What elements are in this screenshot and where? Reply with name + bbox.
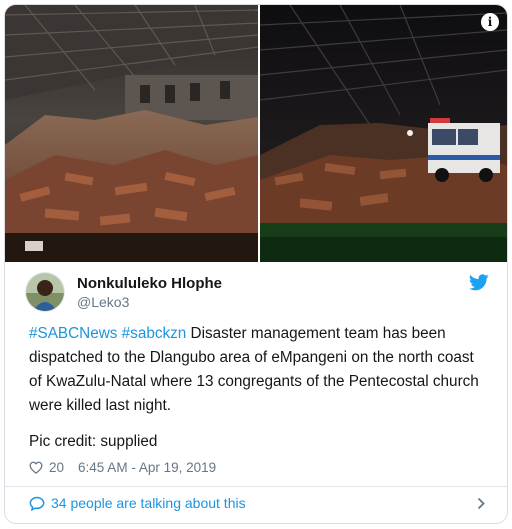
avatar[interactable] <box>25 272 65 312</box>
author-handle[interactable]: @Leko3 <box>77 293 222 311</box>
comment-bubble-icon <box>29 496 45 511</box>
heart-icon[interactable] <box>29 461 43 474</box>
author-names: Nonkululeko Hlophe @Leko3 <box>77 274 222 311</box>
tweet-media[interactable]: i <box>5 5 507 262</box>
tweet-text: #SABCNews #sabckzn Disaster management t… <box>29 322 489 418</box>
tweet-meta: 20 6:45 AM - Apr 19, 2019 <box>29 460 216 475</box>
hashtag-sabckzn[interactable]: #sabckzn <box>122 325 187 342</box>
tweet-embed-card[interactable]: i Nonkululeko Hlophe @Leko3 #SABCNews #s… <box>4 4 508 524</box>
chevron-right-icon[interactable] <box>477 497 485 510</box>
twitter-bird-icon[interactable] <box>469 274 489 291</box>
info-icon[interactable]: i <box>481 13 499 31</box>
author-display-name[interactable]: Nonkululeko Hlophe <box>77 274 222 293</box>
talking-about-link[interactable]: 34 people are talking about this <box>29 495 246 511</box>
talking-about-text[interactable]: 34 people are talking about this <box>51 495 246 511</box>
collapsed-church-photo-right[interactable] <box>260 5 507 262</box>
photo-credit: Pic credit: supplied <box>29 433 158 450</box>
tweet-author[interactable]: Nonkululeko Hlophe @Leko3 <box>25 272 222 312</box>
like-count[interactable]: 20 <box>49 460 64 475</box>
divider <box>5 486 507 487</box>
hashtag-sabcnews[interactable]: #SABCNews <box>29 325 117 342</box>
tweet-timestamp[interactable]: 6:45 AM - Apr 19, 2019 <box>78 460 216 475</box>
collapsed-church-photo-left[interactable] <box>5 5 258 262</box>
